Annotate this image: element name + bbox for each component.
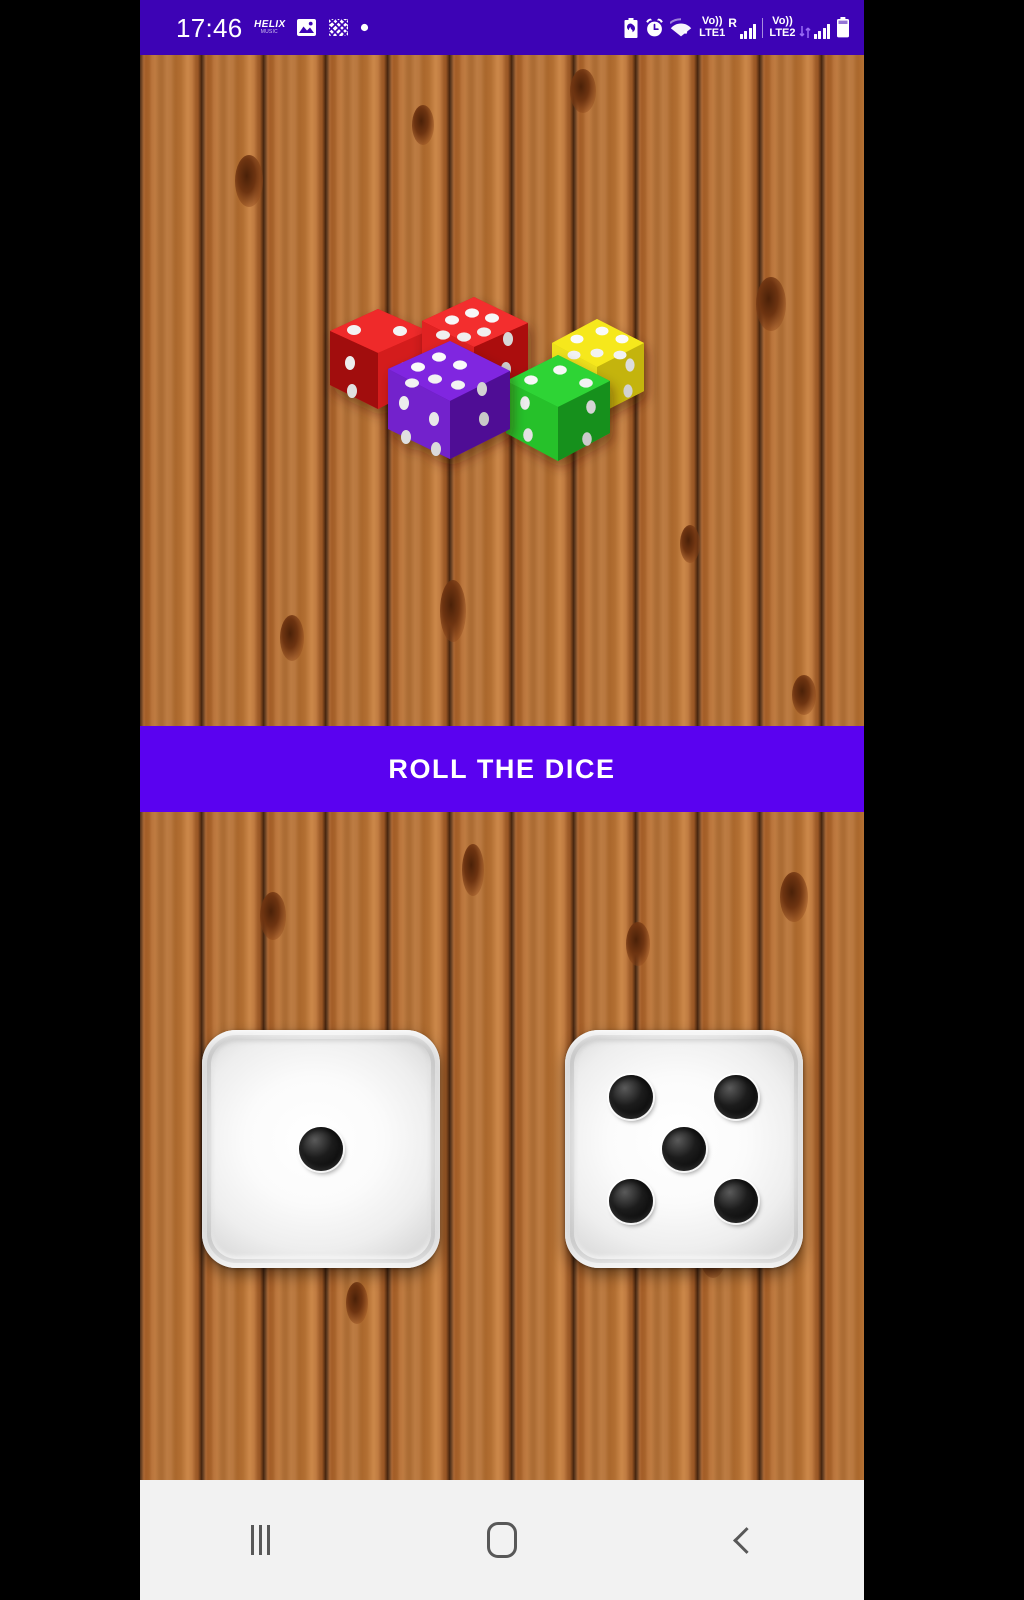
sim2-signal-bars-icon [813,24,830,40]
dice-result-row [140,1030,864,1268]
home-icon [486,1522,517,1558]
helix-icon-line2: MUSIC [260,29,278,35]
sim1-labels: Vo)) LTE1 [699,14,726,39]
wood-knot [680,525,700,563]
dice-art-panel [140,55,864,726]
phone-screen: 17:46 HELIX MUSIC Vo)) LTE1 R Vo)) LTE2 … [140,0,864,1600]
wood-knot [756,277,786,331]
sim1-signal-bars-icon [739,24,757,40]
android-navigation-bar [140,1480,864,1600]
wood-knot [780,872,808,922]
dice-result-panel [140,812,864,1480]
recents-icon [251,1525,271,1555]
recents-button[interactable] [206,1505,316,1575]
die-right-pip [713,1074,758,1119]
battery-saver-icon [623,17,639,38]
sim1-roaming-label: R [728,15,737,30]
wood-knot [280,615,304,661]
wood-knot [235,155,263,207]
wood-knot [626,922,650,966]
sim1-network-label: LTE1 [699,26,726,39]
die-right-pip [609,1179,654,1224]
die-right-pip [609,1074,654,1119]
wood-knot [570,69,596,113]
die-right[interactable] [564,1030,803,1268]
back-icon [732,1526,760,1554]
crosshatch-app-icon [328,18,349,37]
sim-divider [762,17,764,38]
wood-knot [792,675,816,715]
alarm-icon [645,18,664,37]
wood-knot [346,1282,368,1324]
sim2-volte-label: Vo)) [772,14,793,27]
wood-knot [260,892,286,940]
status-bar-right: Vo)) LTE1 R Vo)) LTE2 [623,14,850,40]
die-right-pip [661,1127,706,1171]
colored-dice-illustration [312,291,692,491]
wood-knot [462,844,484,896]
die-right-pip [713,1179,758,1224]
sim1-status: Vo)) LTE1 R [699,14,757,40]
wood-knot [412,105,434,145]
data-transfer-icon [798,25,811,39]
home-button[interactable] [447,1505,557,1575]
wood-knot [440,580,466,642]
die-left[interactable] [201,1030,440,1268]
back-button[interactable] [688,1505,798,1575]
sim2-labels: Vo)) LTE2 [769,14,796,39]
dice-cluster-svg [330,297,644,461]
status-clock: 17:46 [176,12,243,43]
roll-the-dice-button[interactable]: ROLL THE DICE [140,726,864,812]
battery-icon [836,17,850,38]
helix-app-icon: HELIX MUSIC [253,19,286,35]
sim2-status: Vo)) LTE2 [769,14,830,40]
wifi-icon [670,18,693,37]
roll-button-label: ROLL THE DICE [388,753,616,784]
die-left-pip [298,1127,343,1171]
status-bar-left: 17:46 HELIX MUSIC [176,15,369,41]
sim1-volte-label: Vo)) [701,14,723,27]
sim2-network-label: LTE2 [769,26,796,39]
status-bar: 17:46 HELIX MUSIC Vo)) LTE1 R Vo)) LTE2 [140,0,864,55]
dot-notification-icon [360,23,369,32]
gallery-image-icon [296,18,317,37]
